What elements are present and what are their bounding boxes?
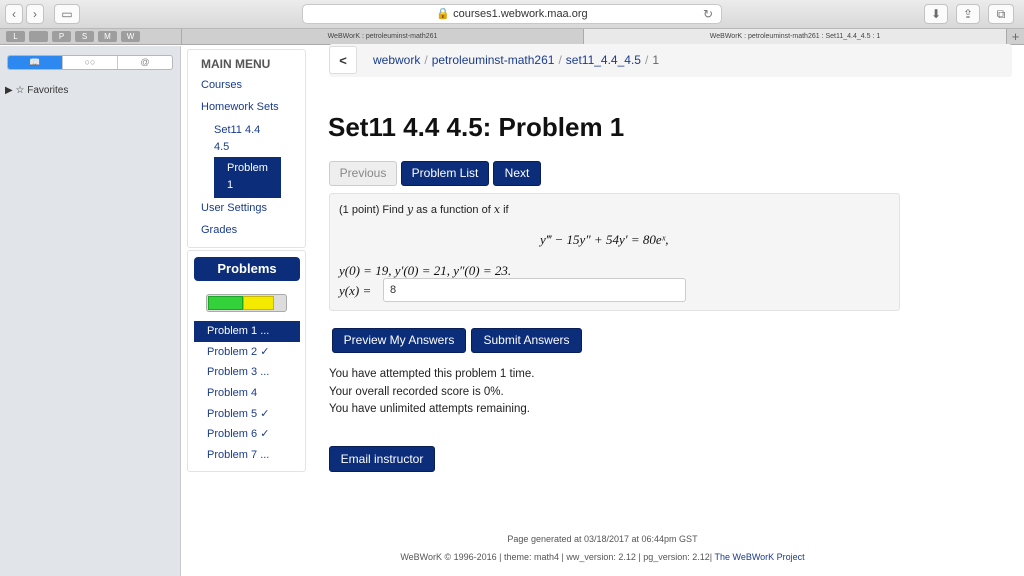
- problems-panel: Problems Problem 1 ... Problem 2 ✓ Probl…: [187, 250, 306, 472]
- tabs-overview-icon[interactable]: ⧉: [988, 4, 1014, 24]
- next-button[interactable]: Next: [493, 161, 541, 186]
- submit-answers-button[interactable]: Submit Answers: [471, 328, 582, 353]
- problem-list-item[interactable]: Problem 2 ✓: [194, 342, 300, 363]
- favorites-label: Favorites: [27, 85, 69, 96]
- math-var-y: y: [406, 203, 414, 216]
- disclosure-triangle-icon[interactable]: ▶: [5, 85, 13, 96]
- browser-toolbar: ‹ › ▭ 🔒 courses1.webwork.maa.org ↻ ⬇ ⇪ ⧉: [0, 0, 1024, 29]
- new-tab-icon[interactable]: +: [1006, 29, 1024, 45]
- favorites-folder[interactable]: ▶ ☆ Favorites: [5, 85, 68, 96]
- menu-set-line2: 4.5: [214, 141, 230, 153]
- problem-list-item[interactable]: Problem 6 ✓: [194, 424, 300, 445]
- attempt-messages: You have attempted this problem 1 time. …: [329, 366, 534, 419]
- reload-icon[interactable]: ↻: [703, 5, 713, 23]
- star-icon: ☆: [15, 85, 25, 96]
- page-title: Set11 4.4 4.5: Problem 1: [328, 112, 625, 142]
- breadcrumb-course[interactable]: petroleuminst-math261: [432, 53, 555, 67]
- menu-courses-link[interactable]: Courses: [201, 77, 242, 94]
- attempts-message: You have attempted this problem 1 time.: [329, 368, 535, 380]
- browser-sidebar: 📖 ○○ @ ▶ ☆ Favorites: [0, 46, 181, 576]
- forward-nav-icon[interactable]: ›: [26, 4, 44, 24]
- lock-icon: 🔒: [436, 8, 451, 20]
- breadcrumb-set[interactable]: set11_4.4_4.5: [566, 53, 641, 67]
- address-bar[interactable]: 🔒 courses1.webwork.maa.org ↻: [302, 4, 722, 24]
- problem-body: (1 point) Find y as a function of x if y…: [329, 193, 900, 311]
- problem-list-button[interactable]: Problem List: [401, 161, 489, 186]
- tab-course[interactable]: WeBWorK : petroleuminst-math261: [181, 29, 583, 45]
- menu-set-link[interactable]: Set11 4.4 4.5: [214, 122, 260, 156]
- math-var-x: x: [493, 203, 501, 216]
- breadcrumb-trail: webwork / petroleuminst-math261/set11_4.4_…: [373, 44, 659, 77]
- preview-answers-button[interactable]: Preview My Answers: [332, 328, 466, 353]
- fav-m-icon[interactable]: M: [98, 31, 117, 42]
- progress-bar: [206, 294, 287, 312]
- problem-statement: (1 point) Find y as a function of x if: [339, 203, 509, 216]
- footer-credits: WeBWorK © 1996-2016 | theme: math4 | ww_…: [181, 552, 1024, 562]
- differential-equation: y‴ − 15y″ + 54y′ = 80eˣ,: [540, 232, 669, 247]
- problem-text: (1 point) Find: [339, 204, 404, 216]
- fav-w-icon[interactable]: W: [121, 31, 140, 42]
- fav-s-icon[interactable]: S: [75, 31, 94, 42]
- remaining-message: You have unlimited attempts remaining.: [329, 403, 530, 415]
- footer-version: WeBWorK © 1996-2016 | theme: math4 | ww_…: [400, 552, 713, 562]
- problem-list-item[interactable]: Problem 7 ...: [194, 445, 300, 466]
- back-nav-icon[interactable]: ‹: [5, 4, 23, 24]
- sidebar-toggle-icon[interactable]: ▭: [54, 4, 80, 24]
- breadcrumb-separator: /: [558, 53, 562, 67]
- main-menu: MAIN MENU Courses Homework Sets Set11 4.…: [187, 49, 306, 248]
- favorites-bar: L P S M W: [6, 31, 140, 42]
- problem-list-item[interactable]: Problem 1 ...: [194, 321, 300, 342]
- tab-bar: L P S M W WeBWorK : petroleuminst-math26…: [0, 29, 1024, 45]
- problem-list-item[interactable]: Problem 5 ✓: [194, 404, 300, 425]
- fav-video-icon[interactable]: [29, 31, 48, 42]
- fav-p-icon[interactable]: P: [52, 31, 71, 42]
- answer-input[interactable]: 8: [383, 278, 686, 302]
- breadcrumb-problem: 1: [652, 53, 659, 67]
- footer-project-link[interactable]: The WeBWorK Project: [714, 552, 804, 562]
- url-text: courses1.webwork.maa.org: [453, 8, 588, 20]
- reading-list-icon[interactable]: ○○: [62, 56, 117, 69]
- back-arrow-icon[interactable]: <: [329, 46, 357, 74]
- problem-text: if: [503, 204, 509, 216]
- tab-problem[interactable]: WeBWorK : petroleuminst-math261 : Set11_…: [583, 29, 1006, 45]
- previous-button[interactable]: Previous: [329, 161, 397, 186]
- menu-homework-sets-link[interactable]: Homework Sets: [201, 99, 279, 116]
- menu-problem-line1: Problem: [227, 162, 268, 174]
- problem-list-item[interactable]: Problem 4: [194, 383, 300, 404]
- problem-list: Problem 1 ... Problem 2 ✓ Problem 3 ... …: [194, 321, 300, 466]
- problems-button[interactable]: Problems: [194, 257, 300, 281]
- menu-current-problem[interactable]: Problem 1: [214, 157, 281, 198]
- breadcrumb-separator: /: [644, 53, 649, 67]
- progress-attempted: [243, 296, 274, 310]
- answer-value: 8: [390, 284, 397, 296]
- progress-correct: [208, 296, 243, 310]
- email-instructor-button[interactable]: Email instructor: [329, 446, 435, 472]
- initial-conditions: y(0) = 19, y′(0) = 21, y″(0) = 23.: [339, 263, 512, 278]
- problem-list-item[interactable]: Problem 3 ...: [194, 362, 300, 383]
- score-message: Your overall recorded score is 0%.: [329, 385, 504, 398]
- menu-set-line1: Set11 4.4: [214, 124, 261, 136]
- breadcrumb-separator: /: [424, 53, 428, 67]
- breadcrumb-webwork[interactable]: webwork: [373, 53, 420, 67]
- fav-l-icon[interactable]: L: [6, 31, 25, 42]
- download-icon[interactable]: ⬇: [924, 4, 948, 24]
- menu-grades-link[interactable]: Grades: [201, 222, 237, 239]
- answer-label: y(x) =: [339, 283, 372, 298]
- menu-problem-line2: 1: [227, 179, 234, 191]
- menu-user-settings-link[interactable]: User Settings: [201, 200, 267, 217]
- problem-text: as a function of: [416, 204, 491, 216]
- sidebar-segment-control: 📖 ○○ @: [7, 55, 173, 70]
- share-icon[interactable]: ⇪: [956, 4, 980, 24]
- breadcrumb: < webwork / petroleuminst-math261/set11_4.…: [329, 44, 1012, 77]
- main-menu-title: MAIN MENU: [201, 57, 271, 71]
- shared-links-icon[interactable]: @: [117, 56, 172, 69]
- bookmarks-icon[interactable]: 📖: [8, 56, 62, 69]
- footer-generated: Page generated at 03/18/2017 at 06:44pm …: [507, 534, 698, 544]
